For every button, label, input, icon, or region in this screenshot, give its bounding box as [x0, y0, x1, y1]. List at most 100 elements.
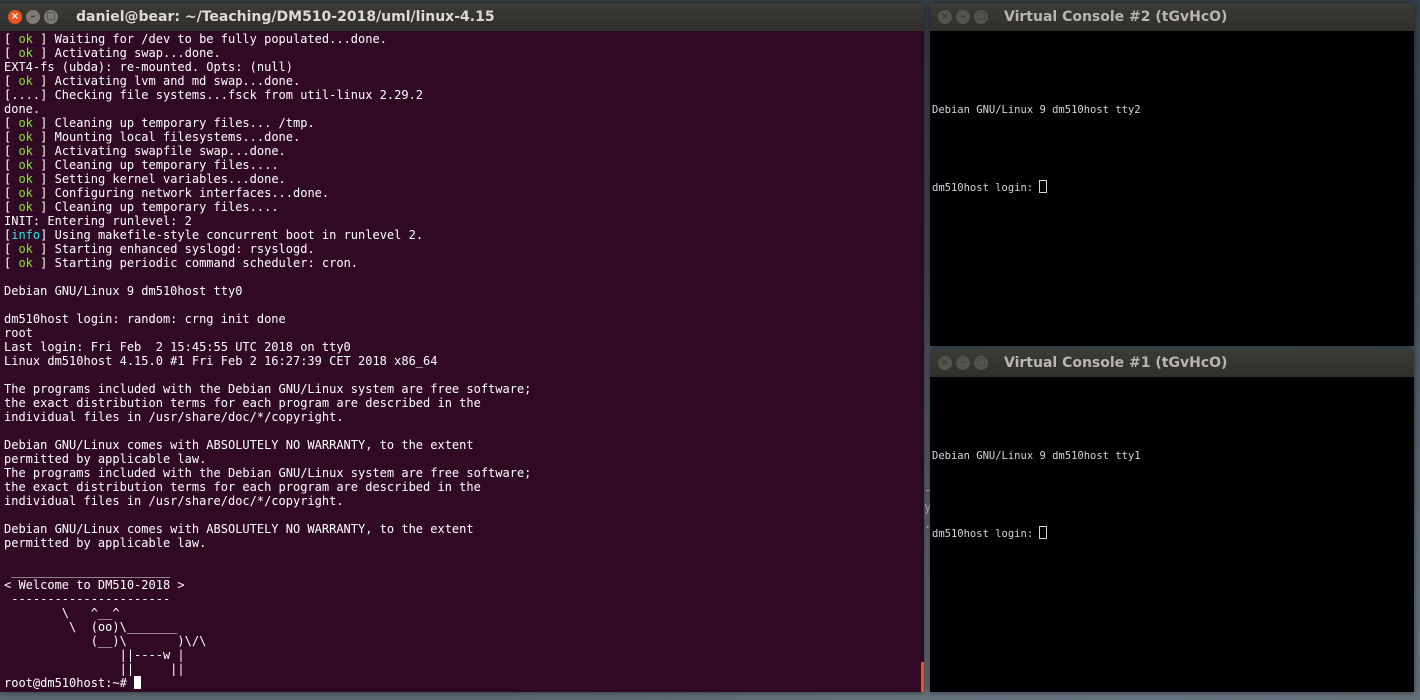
terminal-line: < Welcome to DM510-2018 > [4, 578, 924, 592]
terminal-line: [ ok ] Setting kernel variables...done. [4, 172, 924, 186]
vc2-screen[interactable]: Debian GNU/Linux 9 dm510host tty2 dm510h… [930, 31, 1414, 346]
status-badge: ok [18, 256, 33, 270]
vc2-banner: Debian GNU/Linux 9 dm510host tty2 [932, 104, 1141, 116]
scrollbar-indicator[interactable] [921, 662, 924, 692]
status-bracket: [ [4, 130, 19, 144]
login-prompt: dm510host login: [932, 528, 1040, 540]
terminal-line: [ ok ] Configuring network interfaces...… [4, 186, 924, 200]
terminal-line: ||----w | [4, 648, 924, 662]
vc2-login-line: dm510host login: [932, 175, 1414, 201]
status-bracket: ] [32, 130, 55, 144]
line-text: Activating swap...done. [54, 46, 221, 60]
line-text: Configuring network interfaces...done. [54, 186, 330, 200]
shell-prompt-line[interactable]: root@dm510host:~# [4, 676, 924, 690]
status-badge: ok [18, 116, 33, 130]
shell-prompt: root@dm510host:~# [4, 676, 135, 690]
status-bracket: ] [32, 186, 55, 200]
minimize-icon[interactable]: – [956, 10, 970, 24]
status-badge: ok [18, 158, 33, 172]
status-badge: ok [18, 130, 33, 144]
terminal-line: [info] Using makefile-style concurrent b… [4, 228, 924, 242]
vc1-screen[interactable]: Debian GNU/Linux 9 dm510host tty1 dm510h… [930, 377, 1414, 692]
line-text: Activating swapfile swap...done. [54, 144, 286, 158]
close-icon[interactable]: × [938, 10, 952, 24]
line-text: \ ^__^ [4, 606, 120, 620]
terminal-line: [ ok ] Activating lvm and md swap...done… [4, 74, 924, 88]
virtual-console-1-window[interactable]: × – □ Virtual Console #1 (tGvHcO) Debian… [930, 349, 1414, 692]
line-text: || || [4, 662, 185, 676]
line-text: Cleaning up temporary files... /tmp. [54, 116, 315, 130]
terminal-line: [ ok ] Cleaning up temporary files.... [4, 200, 924, 214]
line-text: Last login: Fri Feb 2 15:45:55 UTC 2018 … [4, 340, 351, 354]
status-bracket: ] [32, 242, 55, 256]
line-text: Linux dm510host 4.15.0 #1 Fri Feb 2 16:2… [4, 354, 438, 368]
status-bracket: [ [4, 186, 19, 200]
status-bracket: ] [32, 200, 55, 214]
vc2-titlebar[interactable]: × – □ Virtual Console #2 (tGvHcO) [930, 3, 1414, 31]
vc1-titlebar[interactable]: × – □ Virtual Console #1 (tGvHcO) [930, 349, 1414, 377]
main-terminal-titlebar[interactable]: × – □ daniel@bear: ~/Teaching/DM510-2018… [0, 3, 924, 31]
terminal-line: [ ok ] Cleaning up temporary files... /t… [4, 116, 924, 130]
cursor [134, 676, 142, 689]
status-bracket: ] [32, 144, 55, 158]
terminal-line: Last login: Fri Feb 2 15:45:55 UTC 2018 … [4, 340, 924, 354]
line-text: individual files in /usr/share/doc/*/cop… [4, 494, 344, 508]
line-text: Mounting local filesystems...done. [54, 130, 301, 144]
window-controls: × – □ [938, 356, 988, 370]
line-text: Starting enhanced syslogd: rsyslogd. [54, 242, 315, 256]
close-icon[interactable]: × [938, 356, 952, 370]
status-bracket: [ [4, 242, 19, 256]
minimize-icon[interactable]: – [26, 10, 40, 24]
status-bracket: ] [32, 116, 55, 130]
status-badge: info [11, 228, 41, 242]
maximize-icon[interactable]: □ [44, 10, 58, 24]
line-text: The programs included with the Debian GN… [4, 382, 532, 396]
line-text: Cleaning up temporary files.... [54, 158, 279, 172]
line-text: the exact distribution terms for each pr… [4, 480, 481, 494]
cursor [1039, 526, 1048, 539]
line-text: Waiting for /dev to be fully populated..… [54, 32, 387, 46]
terminal-lines: [ ok ] Waiting for /dev to be fully popu… [0, 31, 924, 690]
terminal-line: [ ok ] Cleaning up temporary files.... [4, 158, 924, 172]
virtual-console-2-window[interactable]: × – □ Virtual Console #2 (tGvHcO) Debian… [930, 3, 1414, 346]
terminal-line: [....] Checking file systems...fsck from… [4, 88, 924, 102]
minimize-icon[interactable]: – [956, 356, 970, 370]
vc1-login-line: dm510host login: [932, 521, 1414, 547]
status-bracket: ] [32, 256, 55, 270]
status-bracket: ] [32, 172, 55, 186]
line-text: (__)\ )\/\ [4, 634, 207, 648]
line-text: ---------------------- [4, 592, 171, 606]
line-text: Cleaning up temporary files.... [54, 200, 279, 214]
maximize-icon[interactable]: □ [974, 10, 988, 24]
status-bracket: ] [32, 32, 55, 46]
terminal-output[interactable]: [ ok ] Waiting for /dev to be fully popu… [0, 31, 924, 692]
maximize-icon[interactable]: □ [974, 356, 988, 370]
terminal-line: permitted by applicable law. [4, 536, 924, 550]
terminal-line: \ ^__^ [4, 606, 924, 620]
status-badge: ok [18, 186, 33, 200]
terminal-line: The programs included with the Debian GN… [4, 466, 924, 480]
line-text: ||----w | [4, 648, 185, 662]
line-text: done. [4, 102, 41, 116]
line-text: Debian GNU/Linux comes with ABSOLUTELY N… [4, 438, 474, 452]
terminal-line: Debian GNU/Linux comes with ABSOLUTELY N… [4, 438, 924, 452]
line-text: root [4, 326, 33, 340]
main-terminal-window[interactable]: × – □ daniel@bear: ~/Teaching/DM510-2018… [0, 3, 924, 692]
status-bracket: ] [32, 46, 55, 60]
line-text: Debian GNU/Linux 9 dm510host tty0 [4, 284, 243, 298]
terminal-line: ---------------------- [4, 592, 924, 606]
login-prompt: dm510host login: [932, 182, 1040, 194]
line-text: INIT: Entering runlevel: 2 [4, 214, 192, 228]
terminal-line: [ ok ] Starting enhanced syslogd: rsyslo… [4, 242, 924, 256]
close-icon[interactable]: × [8, 10, 22, 24]
status-badge: ok [18, 242, 33, 256]
terminal-line: EXT4-fs (ubda): re-mounted. Opts: (null) [4, 60, 924, 74]
line-text: individual files in /usr/share/doc/*/cop… [4, 410, 344, 424]
status-bracket: [ [4, 116, 19, 130]
line-text: EXT4-fs (ubda): re-mounted. Opts: (null) [4, 60, 293, 74]
